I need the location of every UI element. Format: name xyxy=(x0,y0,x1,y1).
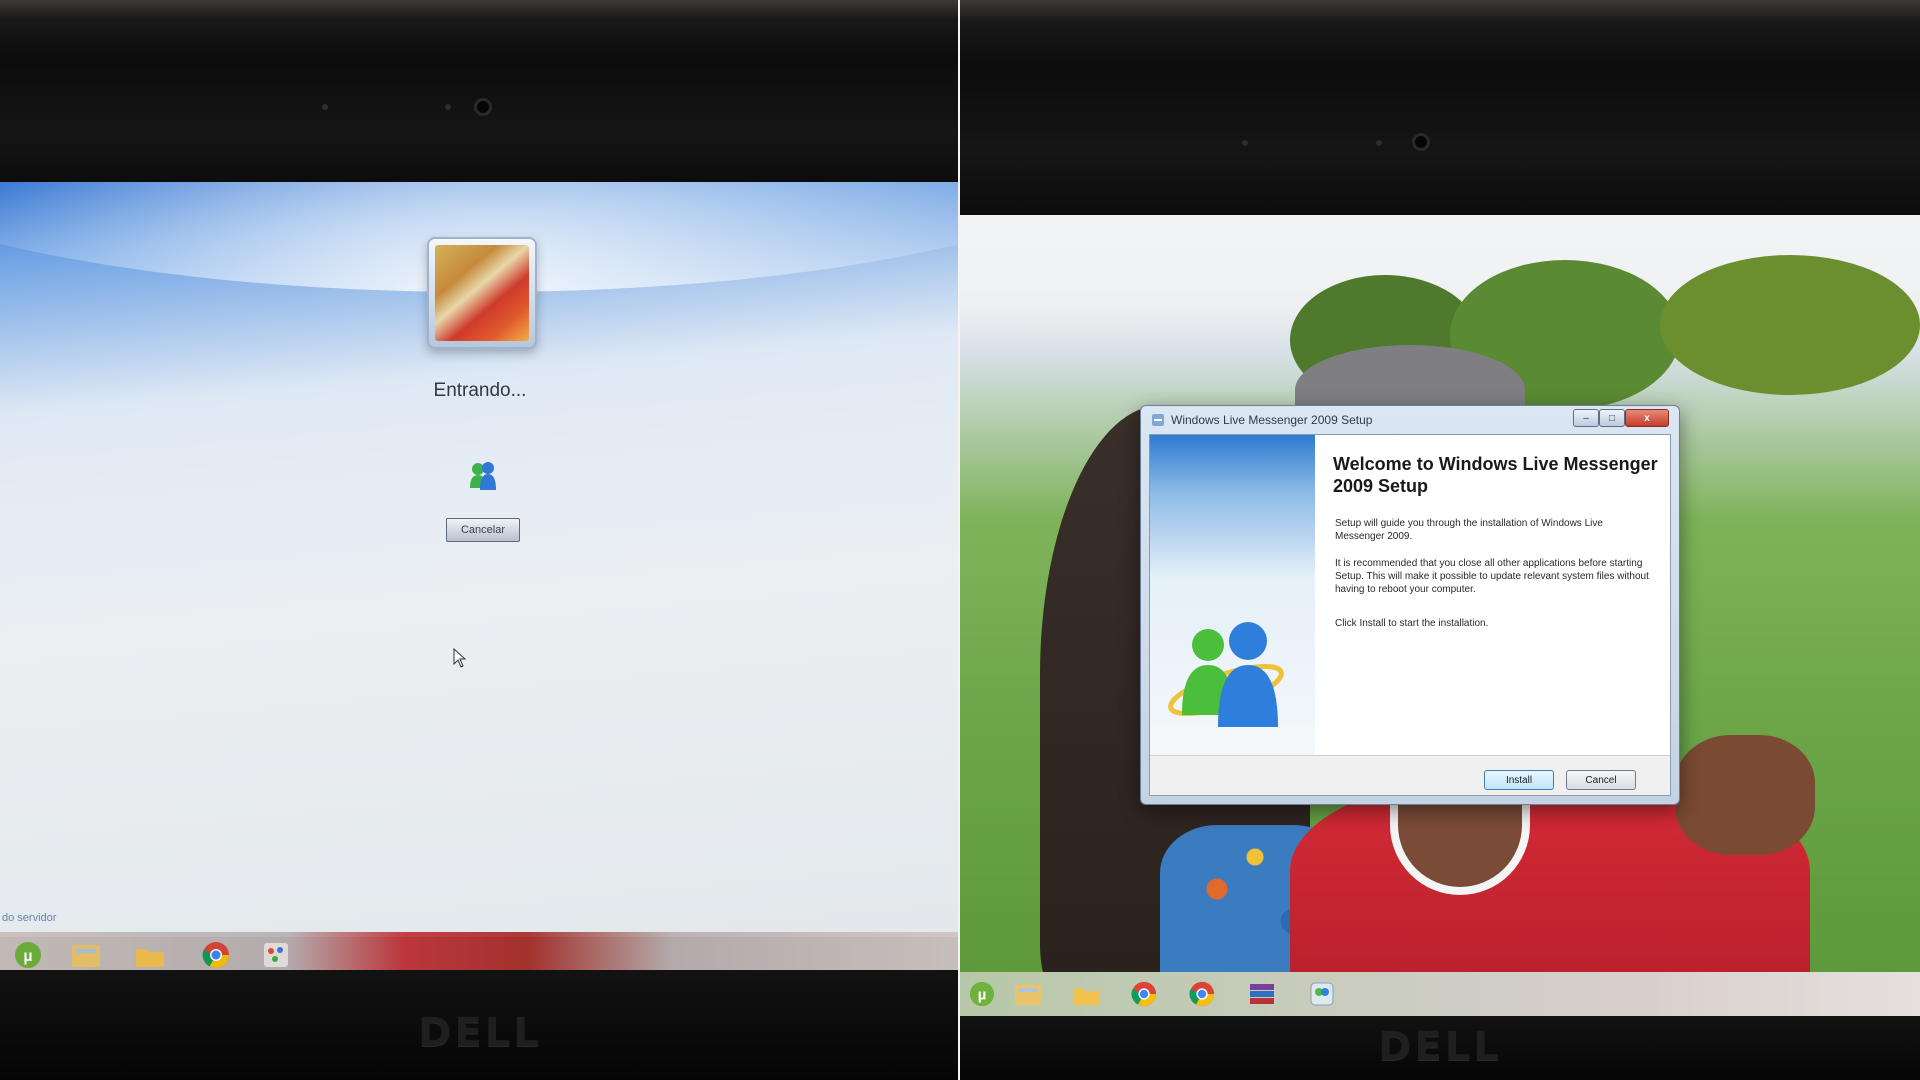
webcam-icon xyxy=(1412,133,1430,151)
dialog-body: Welcome to Windows Live Messenger 2009 S… xyxy=(1149,434,1671,796)
installer-icon[interactable] xyxy=(1302,976,1342,1012)
dialog-heading: Welcome to Windows Live Messenger 2009 S… xyxy=(1333,454,1658,496)
wallpaper-hand xyxy=(1675,735,1815,855)
webcam-icon xyxy=(474,98,492,116)
server-status-text: do servidor xyxy=(2,912,57,924)
dialog-paragraph: Click Install to start the installation. xyxy=(1335,618,1489,629)
maximize-button[interactable]: □ xyxy=(1599,409,1625,427)
dell-logo: DELL xyxy=(1378,1024,1502,1070)
utorrent-icon[interactable]: µ xyxy=(962,976,1002,1012)
svg-text:µ: µ xyxy=(23,948,32,965)
left-photo: Entrando... Cancelar do servidor µ DELL xyxy=(0,0,960,1080)
file-explorer-icon[interactable] xyxy=(66,937,106,973)
login-status-text: Entrando... xyxy=(433,380,527,401)
taskbar: µ xyxy=(960,972,1920,1016)
mouse-pointer-icon xyxy=(453,648,467,668)
user-avatar xyxy=(427,237,537,349)
folder-icon[interactable] xyxy=(130,937,170,973)
cancel-button[interactable]: Cancelar xyxy=(446,518,520,542)
dialog-title: Windows Live Messenger 2009 Setup xyxy=(1171,413,1373,427)
sensor-icon xyxy=(445,104,451,110)
monitor-bezel-bottom: DELL xyxy=(960,1016,1920,1080)
dialog-paragraph: It is recommended that you close all oth… xyxy=(1335,558,1649,595)
login-screen: Entrando... Cancelar do servidor xyxy=(0,182,960,937)
wallpaper-tree xyxy=(1660,255,1920,395)
paint-icon[interactable] xyxy=(256,937,296,973)
file-explorer-icon[interactable] xyxy=(1008,976,1048,1012)
dialog-side-panel xyxy=(1150,435,1315,755)
install-button[interactable]: Install xyxy=(1484,770,1554,790)
mic-icon xyxy=(1242,140,1248,146)
close-button[interactable]: x xyxy=(1625,409,1669,427)
avatar-image xyxy=(435,245,529,341)
chrome-icon[interactable] xyxy=(1182,976,1222,1012)
monitor-bezel-bottom: DELL xyxy=(0,970,960,1080)
sensor-icon xyxy=(1376,140,1382,146)
monitor-bezel-top xyxy=(0,0,960,190)
desktop-wallpaper: Windows Live Messenger 2009 Setup – □ x … xyxy=(960,215,1920,975)
mic-icon xyxy=(322,104,328,110)
dialog-paragraph: Setup will guide you through the install… xyxy=(1335,518,1603,542)
messenger-buddy-icon xyxy=(470,462,496,490)
chrome-icon[interactable] xyxy=(1124,976,1164,1012)
svg-text:µ: µ xyxy=(978,987,987,1004)
dialog-footer: Install Cancel xyxy=(1150,755,1670,795)
cancel-button[interactable]: Cancel xyxy=(1566,770,1636,790)
minimize-button[interactable]: – xyxy=(1573,409,1599,427)
winrar-icon[interactable] xyxy=(1242,976,1282,1012)
folder-icon[interactable] xyxy=(1066,976,1106,1012)
messenger-logo-icon xyxy=(1168,622,1284,727)
right-photo: Windows Live Messenger 2009 Setup – □ x … xyxy=(960,0,1920,1080)
setup-dialog[interactable]: Windows Live Messenger 2009 Setup – □ x … xyxy=(1140,405,1680,805)
monitor-bezel-top xyxy=(960,0,1920,222)
utorrent-icon[interactable]: µ xyxy=(8,937,48,973)
chrome-icon[interactable] xyxy=(196,937,236,973)
installer-icon xyxy=(1152,414,1164,426)
dell-logo: DELL xyxy=(418,1010,542,1056)
